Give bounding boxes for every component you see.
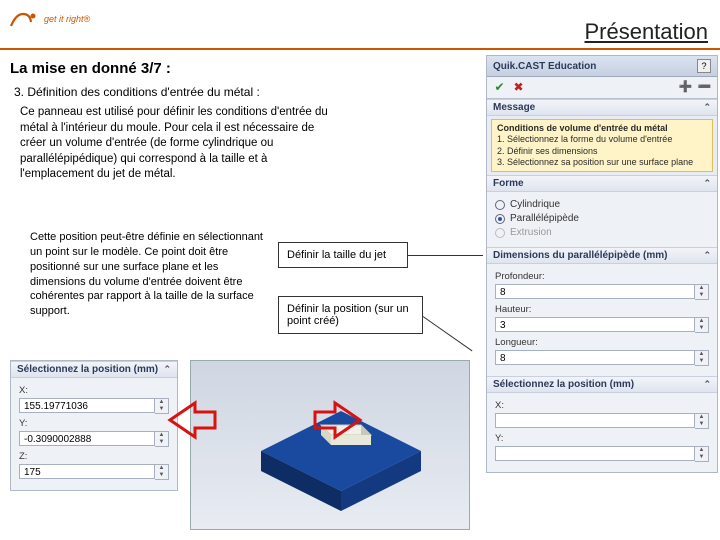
position-panel-head[interactable]: Sélectionnez la position (mm) ⌃ <box>11 361 177 378</box>
x-input[interactable]: ▲▼ <box>495 413 709 429</box>
input-value[interactable]: 8 <box>495 350 695 365</box>
y-input[interactable]: -0.3090002888▲▼ <box>19 431 169 447</box>
spinner[interactable]: ▲▼ <box>695 413 709 429</box>
message-body: Conditions de volume d'entrée du métal 1… <box>491 119 713 172</box>
longueur-label: Longueur: <box>495 337 709 348</box>
logo-icon <box>8 4 38 34</box>
input-value[interactable]: 175 <box>19 464 155 479</box>
help-button[interactable]: ? <box>697 59 711 73</box>
x-label: X: <box>19 385 169 396</box>
x-label: X: <box>495 400 709 411</box>
slide-header: get it right® Présentation <box>0 0 720 50</box>
forme-body: Cylindrique Parallélépipède Extrusion <box>487 192 717 247</box>
position-panel-body: X: 155.19771036▲▼ Y: -0.3090002888▲▼ Z: … <box>11 378 177 490</box>
slide-title: Présentation <box>584 19 708 45</box>
hauteur-label: Hauteur: <box>495 304 709 315</box>
cancel-icon[interactable]: ✖ <box>511 80 526 95</box>
leader-line-2 <box>423 316 473 351</box>
x-input[interactable]: 155.19771036▲▼ <box>19 398 169 414</box>
leader-line-1 <box>408 255 483 256</box>
input-value[interactable]: 3 <box>495 317 695 332</box>
radio-label: Parallélépipède <box>510 213 579 224</box>
esi-logo: get it right® <box>8 4 90 34</box>
profondeur-label: Profondeur: <box>495 271 709 282</box>
paragraph-1: Ce panneau est utilisé pour définir les … <box>20 105 340 183</box>
forme-section-head[interactable]: Forme ⌃ <box>487 175 717 192</box>
arrow-right-icon <box>310 395 370 445</box>
panel-toolbar: ✔ ✖ ➕ ➖ <box>487 77 717 99</box>
panel-titlebar: Quik.CAST Education ? <box>487 56 717 77</box>
add-icon[interactable]: ➕ <box>678 80 693 95</box>
msg-title: Conditions de volume d'entrée du métal <box>497 123 707 134</box>
msg-line-2: 2. Définir ses dimensions <box>497 146 707 157</box>
chevron-icon: ⌃ <box>163 364 171 375</box>
input-value[interactable]: 8 <box>495 284 695 299</box>
callout-position: Définir la position (sur un point créé) <box>278 296 423 334</box>
spinner[interactable]: ▲▼ <box>695 317 709 333</box>
position-panel: Sélectionnez la position (mm) ⌃ X: 155.1… <box>10 360 178 491</box>
pos-head-label: Sélectionnez la position (mm) <box>17 364 158 375</box>
radio-label: Cylindrique <box>510 199 560 210</box>
position-body: X: ▲▼ Y: ▲▼ <box>487 393 717 472</box>
callout-size: Définir la taille du jet <box>278 242 408 268</box>
message-head-label: Message <box>493 102 535 113</box>
radio-extrusion: Extrusion <box>495 227 709 238</box>
dims-head-label: Dimensions du parallélépipède (mm) <box>493 250 667 261</box>
radio-icon <box>495 214 505 224</box>
msg-line-1: 1. Sélectionnez la forme du volume d'ent… <box>497 134 707 145</box>
chevron-icon: ⌃ <box>703 102 711 113</box>
spinner[interactable]: ▲▼ <box>695 284 709 300</box>
chevron-icon: ⌃ <box>703 178 711 189</box>
longueur-input[interactable]: 8▲▼ <box>495 350 709 366</box>
arrow-left-icon <box>160 395 220 445</box>
panel-title: Quik.CAST Education <box>493 61 596 72</box>
radio-label: Extrusion <box>510 227 552 238</box>
paragraph-2: Cette position peut-être définie en séle… <box>30 230 265 319</box>
hauteur-input[interactable]: 3▲▼ <box>495 317 709 333</box>
pos-head-label: Sélectionnez la position (mm) <box>493 379 634 390</box>
radio-parallelepipede[interactable]: Parallélépipède <box>495 213 709 224</box>
message-section-head[interactable]: Message ⌃ <box>487 99 717 116</box>
radio-icon <box>495 200 505 210</box>
profondeur-input[interactable]: 8▲▼ <box>495 284 709 300</box>
y-label: Y: <box>495 433 709 444</box>
position-section-head[interactable]: Sélectionnez la position (mm) ⌃ <box>487 376 717 393</box>
z-input[interactable]: 175▲▼ <box>19 464 169 480</box>
y-label: Y: <box>19 418 169 429</box>
input-value[interactable] <box>495 413 695 428</box>
msg-line-3: 3. Sélectionnez sa position sur une surf… <box>497 157 707 168</box>
z-label: Z: <box>19 451 169 462</box>
chevron-icon: ⌃ <box>703 250 711 261</box>
ok-icon[interactable]: ✔ <box>492 80 507 95</box>
dimensions-body: Profondeur: 8▲▼ Hauteur: 3▲▼ Longueur: 8… <box>487 264 717 376</box>
forme-head-label: Forme <box>493 178 524 189</box>
radio-icon <box>495 228 505 238</box>
remove-icon[interactable]: ➖ <box>697 80 712 95</box>
radio-cylindrique[interactable]: Cylindrique <box>495 199 709 210</box>
properties-panel: Quik.CAST Education ? ✔ ✖ ➕ ➖ Message ⌃ … <box>486 55 718 473</box>
spinner[interactable]: ▲▼ <box>695 350 709 366</box>
dimensions-section-head[interactable]: Dimensions du parallélépipède (mm) ⌃ <box>487 247 717 264</box>
input-value[interactable]: 155.19771036 <box>19 398 155 413</box>
viewport-3d[interactable] <box>190 360 470 530</box>
input-value[interactable]: -0.3090002888 <box>19 431 155 446</box>
y-input[interactable]: ▲▼ <box>495 446 709 462</box>
spinner[interactable]: ▲▼ <box>695 446 709 462</box>
spinner[interactable]: ▲▼ <box>155 464 169 480</box>
logo-slogan: get it right® <box>44 15 90 24</box>
chevron-icon: ⌃ <box>703 379 711 390</box>
input-value[interactable] <box>495 446 695 461</box>
